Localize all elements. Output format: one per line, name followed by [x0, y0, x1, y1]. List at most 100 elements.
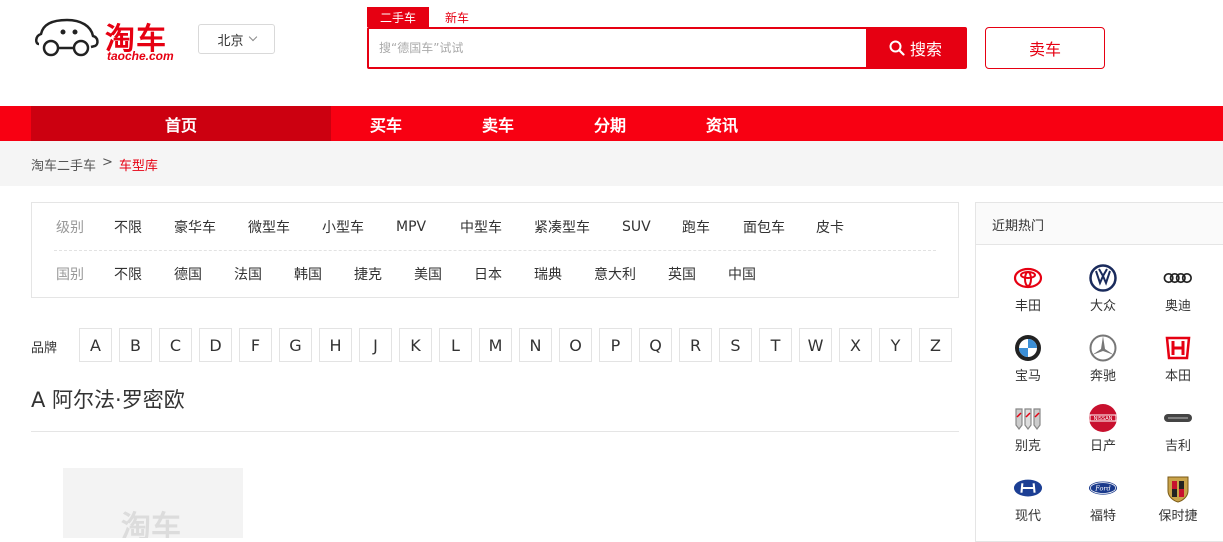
letter-Q[interactable]: Q — [639, 328, 672, 362]
search-button[interactable]: 搜索 — [866, 29, 965, 67]
search-input[interactable] — [369, 29, 866, 67]
nav-item-news[interactable]: 资讯 — [692, 106, 752, 141]
level-option[interactable]: 豪华车 — [174, 217, 216, 237]
letter-H[interactable]: H — [319, 328, 352, 362]
country-option[interactable]: 中国 — [728, 264, 756, 284]
letter-R[interactable]: R — [679, 328, 712, 362]
country-option[interactable]: 美国 — [414, 264, 442, 284]
hot-brand-name: 奔驰 — [1089, 369, 1116, 384]
letter-D[interactable]: D — [199, 328, 232, 362]
hot-brand-name: 日产 — [1089, 439, 1116, 454]
chevron-down-icon — [248, 32, 257, 42]
country-option[interactable]: 法国 — [234, 264, 262, 284]
hot-brand-mercedes[interactable]: 奔驰 — [1073, 333, 1133, 384]
hot-brand-nissan[interactable]: NISSAN 日产 — [1073, 403, 1133, 454]
toyota-icon — [1013, 263, 1043, 293]
letter-Z[interactable]: Z — [919, 328, 952, 362]
level-option[interactable]: 不限 — [114, 217, 142, 237]
hot-brand-toyota[interactable]: 丰田 — [998, 263, 1058, 314]
hot-brand-ford[interactable]: Ford 福特 — [1073, 473, 1133, 524]
letter-G[interactable]: G — [279, 328, 312, 362]
bmw-icon — [1013, 333, 1043, 363]
ford-icon: Ford — [1088, 473, 1118, 503]
level-option[interactable]: 中型车 — [460, 217, 502, 237]
mercedes-icon — [1088, 333, 1118, 363]
letter-S[interactable]: S — [719, 328, 752, 362]
model-image-placeholder[interactable]: 淘车 — [63, 468, 243, 538]
hot-brand-volkswagen[interactable]: 大众 — [1073, 263, 1133, 314]
hot-brand-honda[interactable]: 本田 — [1148, 333, 1208, 384]
hot-brand-buick[interactable]: 别克 — [998, 403, 1058, 454]
country-option[interactable]: 日本 — [474, 264, 502, 284]
city-selector[interactable]: 北京 — [198, 24, 275, 54]
letter-P[interactable]: P — [599, 328, 632, 362]
country-option[interactable]: 瑞典 — [534, 264, 562, 284]
nav-item-installment[interactable]: 分期 — [580, 106, 640, 141]
hot-brands-title: 近期热门 — [976, 203, 1223, 245]
logo-domain: taoche.com — [107, 49, 174, 63]
volkswagen-icon — [1088, 263, 1118, 293]
nissan-icon: NISSAN — [1088, 403, 1118, 433]
hot-brand-porsche[interactable]: 保时捷 — [1148, 473, 1208, 524]
letter-X[interactable]: X — [839, 328, 872, 362]
filter-panel: 级别 不限 豪华车 微型车 小型车 MPV 中型车 紧凑型车 SUV 跑车 面包… — [31, 202, 959, 298]
letter-C[interactable]: C — [159, 328, 192, 362]
hot-brand-name: 大众 — [1089, 299, 1116, 314]
search-icon — [889, 40, 905, 56]
breadcrumb-home[interactable]: 淘车二手车 — [31, 155, 96, 174]
country-option[interactable]: 英国 — [668, 264, 696, 284]
nav-item-buy[interactable]: 买车 — [356, 106, 416, 141]
car-mascot-icon — [35, 18, 99, 57]
letter-W[interactable]: W — [799, 328, 832, 362]
level-option[interactable]: 小型车 — [322, 217, 364, 237]
tab-used-car[interactable]: 二手车 — [367, 7, 429, 27]
letter-F[interactable]: F — [239, 328, 272, 362]
country-option[interactable]: 捷克 — [354, 264, 382, 284]
hot-brand-name: 宝马 — [1014, 369, 1041, 384]
country-option[interactable]: 德国 — [174, 264, 202, 284]
level-option[interactable]: 跑车 — [682, 217, 710, 237]
letter-A[interactable]: A — [79, 328, 112, 362]
letter-T[interactable]: T — [759, 328, 792, 362]
placeholder-watermark: 淘车 — [121, 510, 181, 538]
level-option[interactable]: 微型车 — [248, 217, 290, 237]
letter-M[interactable]: M — [479, 328, 512, 362]
letter-J[interactable]: J — [359, 328, 392, 362]
audi-icon — [1163, 263, 1193, 293]
nav-item-home[interactable]: 首页 — [31, 106, 331, 141]
letter-L[interactable]: L — [439, 328, 472, 362]
level-option[interactable]: 皮卡 — [816, 217, 844, 237]
svg-text:NISSAN: NISSAN — [1094, 416, 1113, 422]
nav-item-sell[interactable]: 卖车 — [468, 106, 528, 141]
hot-brands-panel: 近期热门 丰田 大众 奥迪 宝马 奔驰 本田 别克 NISSAN 日产 吉利 现… — [975, 202, 1223, 542]
level-option[interactable]: MPV — [396, 219, 426, 235]
search-button-label: 搜索 — [909, 40, 942, 59]
level-option[interactable]: 紧凑型车 — [534, 217, 590, 237]
hot-brand-name: 福特 — [1089, 509, 1116, 524]
svg-text:Ford: Ford — [1094, 484, 1110, 492]
hot-brand-audi[interactable]: 奥迪 — [1148, 263, 1208, 314]
letter-K[interactable]: K — [399, 328, 432, 362]
section-title: A 阿尔法·罗密欧 — [31, 388, 185, 412]
country-option[interactable]: 意大利 — [594, 264, 636, 284]
hot-brand-name: 现代 — [1014, 509, 1041, 524]
level-option[interactable]: 面包车 — [743, 217, 785, 237]
hot-brand-geely[interactable]: 吉利 — [1148, 403, 1208, 454]
level-filter-label: 级别 — [56, 220, 84, 236]
letter-N[interactable]: N — [519, 328, 552, 362]
letter-O[interactable]: O — [559, 328, 592, 362]
sell-car-button[interactable]: 卖车 — [985, 27, 1105, 69]
hot-brand-bmw[interactable]: 宝马 — [998, 333, 1058, 384]
hot-brand-name: 保时捷 — [1158, 509, 1198, 524]
porsche-icon — [1163, 473, 1193, 503]
hot-brand-hyundai[interactable]: 现代 — [998, 473, 1058, 524]
country-filter-label: 国别 — [56, 267, 84, 283]
search-bar: 搜索 — [367, 27, 967, 69]
country-option[interactable]: 韩国 — [294, 264, 322, 284]
level-option[interactable]: SUV — [622, 219, 651, 235]
tab-new-car[interactable]: 新车 — [437, 7, 477, 27]
site-logo[interactable]: 淘车 taoche.com — [33, 14, 183, 64]
letter-B[interactable]: B — [119, 328, 152, 362]
country-option[interactable]: 不限 — [114, 264, 142, 284]
letter-Y[interactable]: Y — [879, 328, 912, 362]
